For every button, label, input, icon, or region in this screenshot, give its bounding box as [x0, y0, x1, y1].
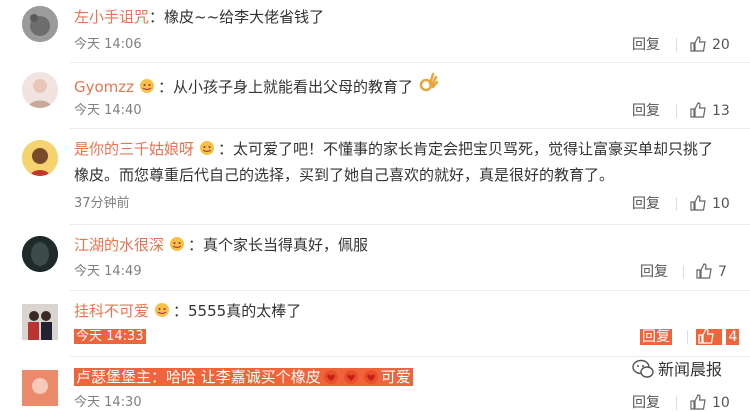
- thumbs-up-icon: [690, 394, 706, 410]
- divider: [676, 104, 677, 118]
- reply-button[interactable]: 回复: [632, 394, 660, 412]
- like-count: 10: [712, 395, 730, 411]
- comment-item: 挂科不可爱 ：5555真的太棒了 今天 14:33 回复 4: [0, 292, 750, 354]
- avatar[interactable]: [22, 6, 58, 42]
- username[interactable]: Gyomzz: [74, 78, 134, 96]
- heart-emoji-icon: [323, 370, 338, 384]
- reply-button[interactable]: 回复: [632, 195, 660, 213]
- thumbs-up-icon: [690, 36, 706, 52]
- vip-badge-icon: [140, 79, 155, 93]
- divider: [70, 356, 750, 357]
- username[interactable]: 是你的三千姑娘呀: [74, 140, 194, 158]
- like-button[interactable]: 4: [696, 328, 740, 346]
- avatar[interactable]: [22, 304, 58, 340]
- comment-item: 左小手诅咒：橡皮~~给李大佬省钱了 今天 14:06 回复 20: [0, 0, 750, 60]
- like-count: 20: [712, 37, 730, 53]
- timestamp: 今天 14:40: [74, 103, 142, 118]
- ok-hand-emoji-icon: [419, 72, 439, 92]
- timestamp: 今天 14:49: [74, 264, 142, 279]
- avatar[interactable]: [22, 236, 58, 272]
- vip-badge-icon: [155, 303, 170, 317]
- reply-button[interactable]: 回复: [640, 329, 672, 345]
- divider: [676, 197, 677, 211]
- avatar[interactable]: [22, 72, 58, 108]
- like-count: 4: [726, 329, 740, 345]
- comment-text: ：太可爱了吧！不懂事的家长肯定会把宝贝骂死，觉得让富豪买单却只挑了: [218, 140, 714, 158]
- watermark-text: 新闻晨报: [657, 360, 722, 379]
- divider: [683, 265, 684, 279]
- comment-text: ：橡皮~~给李大佬省钱了: [149, 8, 325, 26]
- thumbs-up-icon: [690, 195, 706, 211]
- divider: [676, 38, 677, 52]
- heart-emoji-icon: [363, 370, 378, 384]
- vip-badge-icon: [200, 141, 215, 155]
- vip-badge-icon: [170, 237, 185, 251]
- username[interactable]: 江湖的水很深: [74, 236, 164, 254]
- like-button[interactable]: 10: [690, 195, 730, 213]
- like-count: 13: [712, 103, 730, 119]
- heart-emoji-icon: [343, 370, 358, 384]
- comment-item: 江湖的水很深 ：真个家长当得真好，佩服 今天 14:49 回复 7: [0, 226, 750, 288]
- username[interactable]: 卢瑟堡堡主: [76, 368, 151, 386]
- comment-item: Gyomzz ：从小孩子身上就能看出父母的教育了 今天 14:40 回复 13: [0, 64, 750, 126]
- watermark: 新闻晨报: [632, 359, 722, 380]
- reply-button[interactable]: 回复: [632, 102, 660, 120]
- comment-text: 可爱: [380, 368, 411, 386]
- avatar[interactable]: [22, 140, 58, 176]
- comment-item: 是你的三千姑娘呀 ：太可爱了吧！不懂事的家长肯定会把宝贝骂死，觉得让富豪买单却只挑…: [0, 130, 750, 220]
- comment-text: 橡皮。而您尊重后代自己的选择，买到了她自己喜欢的就好，真是很好的教育了。: [74, 166, 615, 184]
- like-button[interactable]: 13: [690, 102, 730, 120]
- like-count: 10: [712, 196, 730, 212]
- comment-text: ：哈哈 让李嘉诚买个橡皮: [151, 368, 321, 386]
- thumbs-up-icon: [690, 102, 706, 118]
- divider: [676, 396, 677, 410]
- timestamp: 37分钟前: [74, 196, 130, 211]
- divider: [70, 224, 750, 225]
- wechat-icon: [632, 359, 654, 378]
- like-button[interactable]: 10: [690, 394, 730, 412]
- comment-text: ：5555真的太棒了: [173, 302, 302, 320]
- timestamp: 今天 14:06: [74, 37, 142, 52]
- thumbs-up-icon: [698, 328, 714, 344]
- comment-text: ：从小孩子身上就能看出父母的教育了: [158, 78, 414, 96]
- like-button[interactable]: 7: [696, 263, 727, 281]
- divider: [70, 290, 750, 291]
- thumbs-up-icon: [696, 263, 712, 279]
- like-button[interactable]: 20: [690, 36, 730, 54]
- avatar[interactable]: [22, 370, 58, 406]
- reply-button[interactable]: 回复: [632, 36, 660, 54]
- like-count: 7: [718, 264, 727, 280]
- username[interactable]: 左小手诅咒: [74, 8, 149, 26]
- timestamp: 今天 14:30: [74, 395, 142, 410]
- comment-text: ：真个家长当得真好，佩服: [188, 236, 369, 254]
- divider: [70, 62, 750, 63]
- divider: [70, 128, 750, 129]
- timestamp: 今天 14:33: [74, 329, 146, 344]
- username[interactable]: 挂科不可爱: [74, 302, 149, 320]
- reply-button[interactable]: 回复: [640, 263, 668, 281]
- divider: [687, 330, 688, 344]
